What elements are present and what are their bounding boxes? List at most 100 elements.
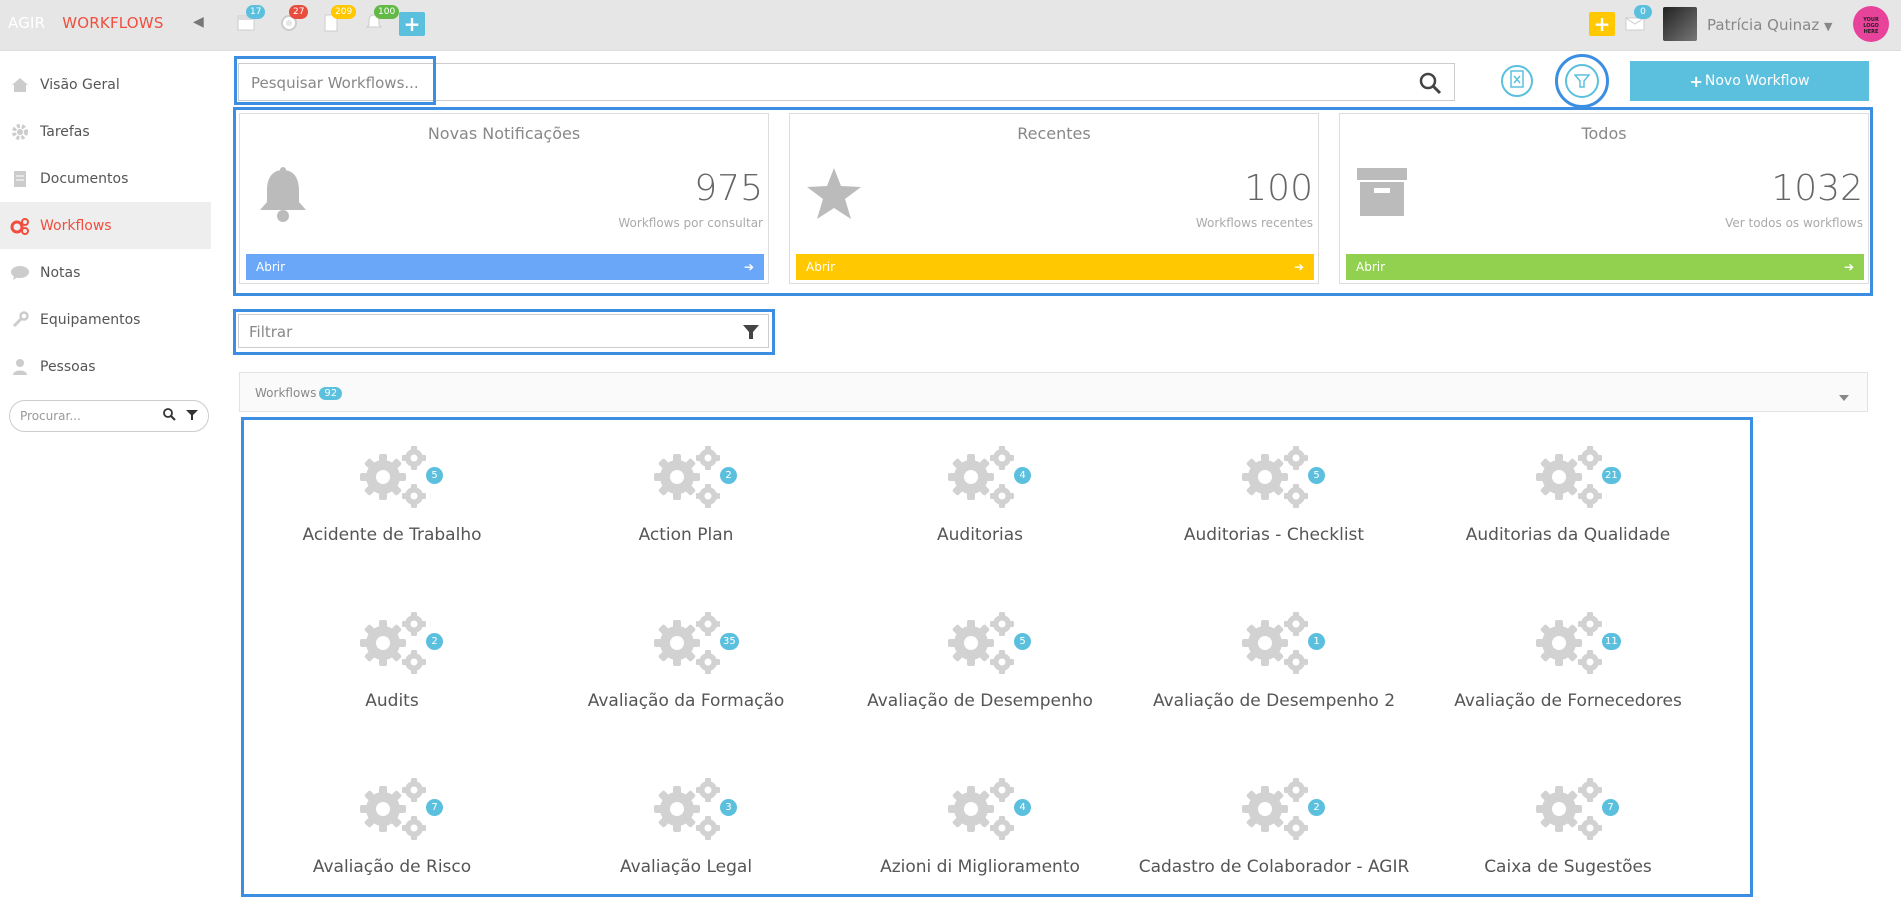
workflow-tile[interactable]: 5 Avaliação de Desempenho [833,587,1127,737]
card-open-label: Abrir [806,260,836,274]
sidebar-item-label: Pessoas [40,358,96,375]
star-icon [805,166,863,226]
new-workflow-button[interactable]: + Novo Workflow [1630,61,1869,101]
top-bar: AGIR WORKFLOWS ◀ 17 27 209 100 + + 0 Pat… [0,0,1901,51]
home-icon [10,75,30,95]
sidebar-item-pessoas[interactable]: Pessoas [0,343,211,390]
workflow-tile[interactable]: 3 Avaliação Legal [539,753,833,903]
workflow-name: Cadastro de Colaborador - AGIR [1138,857,1410,877]
gears-icon [945,775,1021,843]
avatar[interactable] [1663,7,1697,41]
workflow-name: Avaliação de Desempenho 2 [1152,691,1396,711]
workflow-name: Caixa de Sugestões [1484,857,1652,877]
card-notifications: Novas Notificações 975 Workflows por con… [239,113,769,284]
workflow-tile[interactable]: 5 Acidente de Trabalho [245,421,539,571]
quick-add-button[interactable]: + [399,12,425,36]
workflow-tile[interactable]: 4 Azioni di Miglioramento [833,753,1127,903]
brand-workflows: WORKFLOWS [62,14,164,32]
chevron-down-icon: ▼ [1824,20,1833,33]
sidebar-item-tarefas[interactable]: Tarefas [0,108,211,155]
notifications-badge: 100 [374,5,400,19]
chevron-down-icon[interactable] [1839,387,1849,406]
workflow-name: Auditorias [937,525,1023,545]
search-highlight [234,56,436,105]
card-subtitle: Workflows por consultar [618,216,763,230]
company-logo: YOUR LOGO HERE [1853,6,1889,42]
person-icon [10,357,30,377]
workflow-name: Avaliação da Formação [587,691,785,711]
chevron-left-icon[interactable]: ◀ [193,14,204,30]
card-open-button[interactable]: Abrir ➔ [796,254,1314,280]
workflow-tile[interactable]: 11 Avaliação de Fornecedores [1421,587,1715,737]
excel-export-button[interactable] [1501,65,1533,97]
arrow-right-icon: ➔ [1843,260,1854,274]
archive-icon [1355,166,1409,222]
user-menu[interactable]: Patrícia Quinaz ▼ [1707,16,1832,34]
gear-icon[interactable]: 27 [279,5,309,36]
search-icon[interactable] [163,408,176,424]
filter-icon[interactable] [186,409,198,424]
workflow-count-badge: 5 [1014,633,1031,650]
gears-icon [1239,775,1315,843]
gears-icon [10,216,30,236]
gears-icon [357,443,433,511]
workflow-count-badge: 2 [426,633,443,650]
card-open-button[interactable]: Abrir ➔ [246,254,764,280]
filter-icon [1565,64,1599,98]
document-icon[interactable]: 209 [321,5,357,36]
sidebar-search-input[interactable]: Procurar... [9,400,209,432]
workflow-tile[interactable]: 2 Audits [245,587,539,737]
sidebar-item-visao-geral[interactable]: Visão Geral [0,61,211,108]
workflow-count-badge: 35 [720,633,739,650]
card-number: 1032 [1771,168,1863,209]
search-icon[interactable] [1418,71,1442,99]
gears-icon [651,775,727,843]
card-open-button[interactable]: Abrir ➔ [1346,254,1864,280]
workflow-tile[interactable]: 2 Action Plan [539,421,833,571]
workflow-tile[interactable]: 5 Auditorias - Checklist [1127,421,1421,571]
gears-icon [1239,443,1315,511]
card-title: Recentes [1017,124,1091,143]
workflow-tile[interactable]: 4 Auditorias [833,421,1127,571]
plus-icon: + [1689,71,1703,91]
list-count-badge: 92 [319,386,343,400]
workflow-count-badge: 5 [1308,467,1325,484]
workflow-name: Azioni di Miglioramento [880,857,1080,877]
workflow-name: Avaliação de Fornecedores [1454,691,1682,711]
calendar-icon[interactable]: 17 [236,5,266,36]
workflow-count-badge: 7 [426,799,443,816]
bell-icon[interactable]: 100 [364,5,400,36]
brand[interactable]: AGIR WORKFLOWS [8,14,164,32]
workflow-name: Avaliação de Risco [312,857,472,877]
card-title: Novas Notificações [427,124,581,143]
documents-badge: 209 [331,5,357,19]
mail-icon[interactable]: 0 [1624,5,1652,36]
sidebar-item-equipamentos[interactable]: Equipamentos [0,296,211,343]
workflow-tile[interactable]: 2 Cadastro de Colaborador - AGIR [1127,753,1421,903]
sidebar-item-workflows[interactable]: Workflows [0,202,211,249]
gears-icon [945,609,1021,677]
sidebar-item-notas[interactable]: Notas [0,249,211,296]
calendar-badge: 17 [246,5,266,19]
workflow-tile[interactable]: 35 Avaliação da Formação [539,587,833,737]
workflow-count-badge: 4 [1014,799,1031,816]
gears-icon [1533,775,1609,843]
card-open-label: Abrir [1356,260,1386,274]
sidebar-item-label: Tarefas [40,123,90,140]
gears-icon [945,443,1021,511]
workflow-tile[interactable]: 1 Avaliação de Desempenho 2 [1127,587,1421,737]
add-button[interactable]: + [1589,12,1615,36]
sidebar-item-documentos[interactable]: Documentos [0,155,211,202]
workflow-count-badge: 5 [426,467,443,484]
workflow-tile[interactable]: 7 Caixa de Sugestões [1421,753,1715,903]
gears-icon [651,609,727,677]
arrow-right-icon: ➔ [743,260,754,274]
advanced-filter-button[interactable] [1555,54,1609,108]
sidebar-item-label: Equipamentos [40,311,141,328]
workflow-tile[interactable]: 21 Auditorias da Qualidade [1421,421,1715,571]
workflows-list-header[interactable]: Workflows 92 [239,372,1868,412]
workflow-name: Action Plan [638,525,734,545]
sidebar-search-placeholder: Procurar... [20,409,81,423]
card-number: 975 [694,168,763,209]
workflow-tile[interactable]: 7 Avaliação de Risco [245,753,539,903]
